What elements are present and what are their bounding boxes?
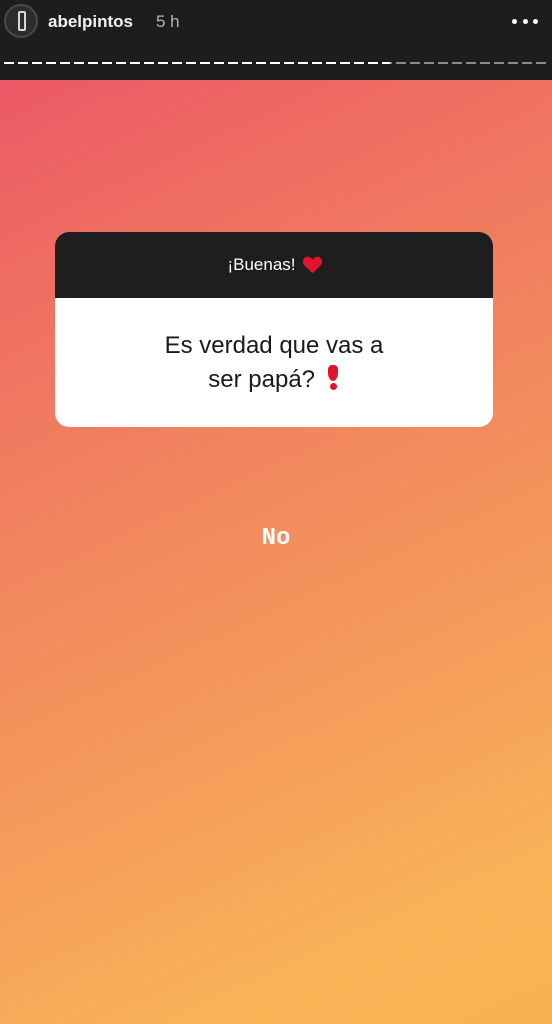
username[interactable]: abelpintos [48,12,133,32]
story-header: abelpintos 5 h [0,0,552,80]
question-sticker-body: Es verdad que vas a ser papá? [55,298,493,427]
avatar-image [18,11,26,31]
question-sticker: ¡Buenas! Es verdad que vas a ser papá? [55,232,493,427]
exclamation-icon [326,364,340,391]
question-line-1: Es verdad que vas a [164,331,384,359]
question-text: Es verdad que vas a ser papá? [104,329,444,397]
avatar[interactable] [4,4,38,38]
exclamation-dot [329,382,337,390]
progress-fill [4,62,391,64]
heart-icon [303,257,321,273]
question-sticker-header: ¡Buenas! [55,232,493,298]
more-options-icon[interactable] [512,13,538,29]
answer-text: No [261,525,291,552]
story-progress-bar [4,62,548,66]
exclamation-stem [327,364,338,381]
question-sticker-title: ¡Buenas! [227,255,296,274]
more-dot [512,18,517,24]
more-dot [533,18,538,24]
post-time: 5 h [156,12,180,31]
question-line-2: ser papá? [208,365,316,393]
story-viewer: abelpintos 5 h ¡Buenas! Es verdad que va… [0,0,552,1024]
more-dot [522,18,528,24]
